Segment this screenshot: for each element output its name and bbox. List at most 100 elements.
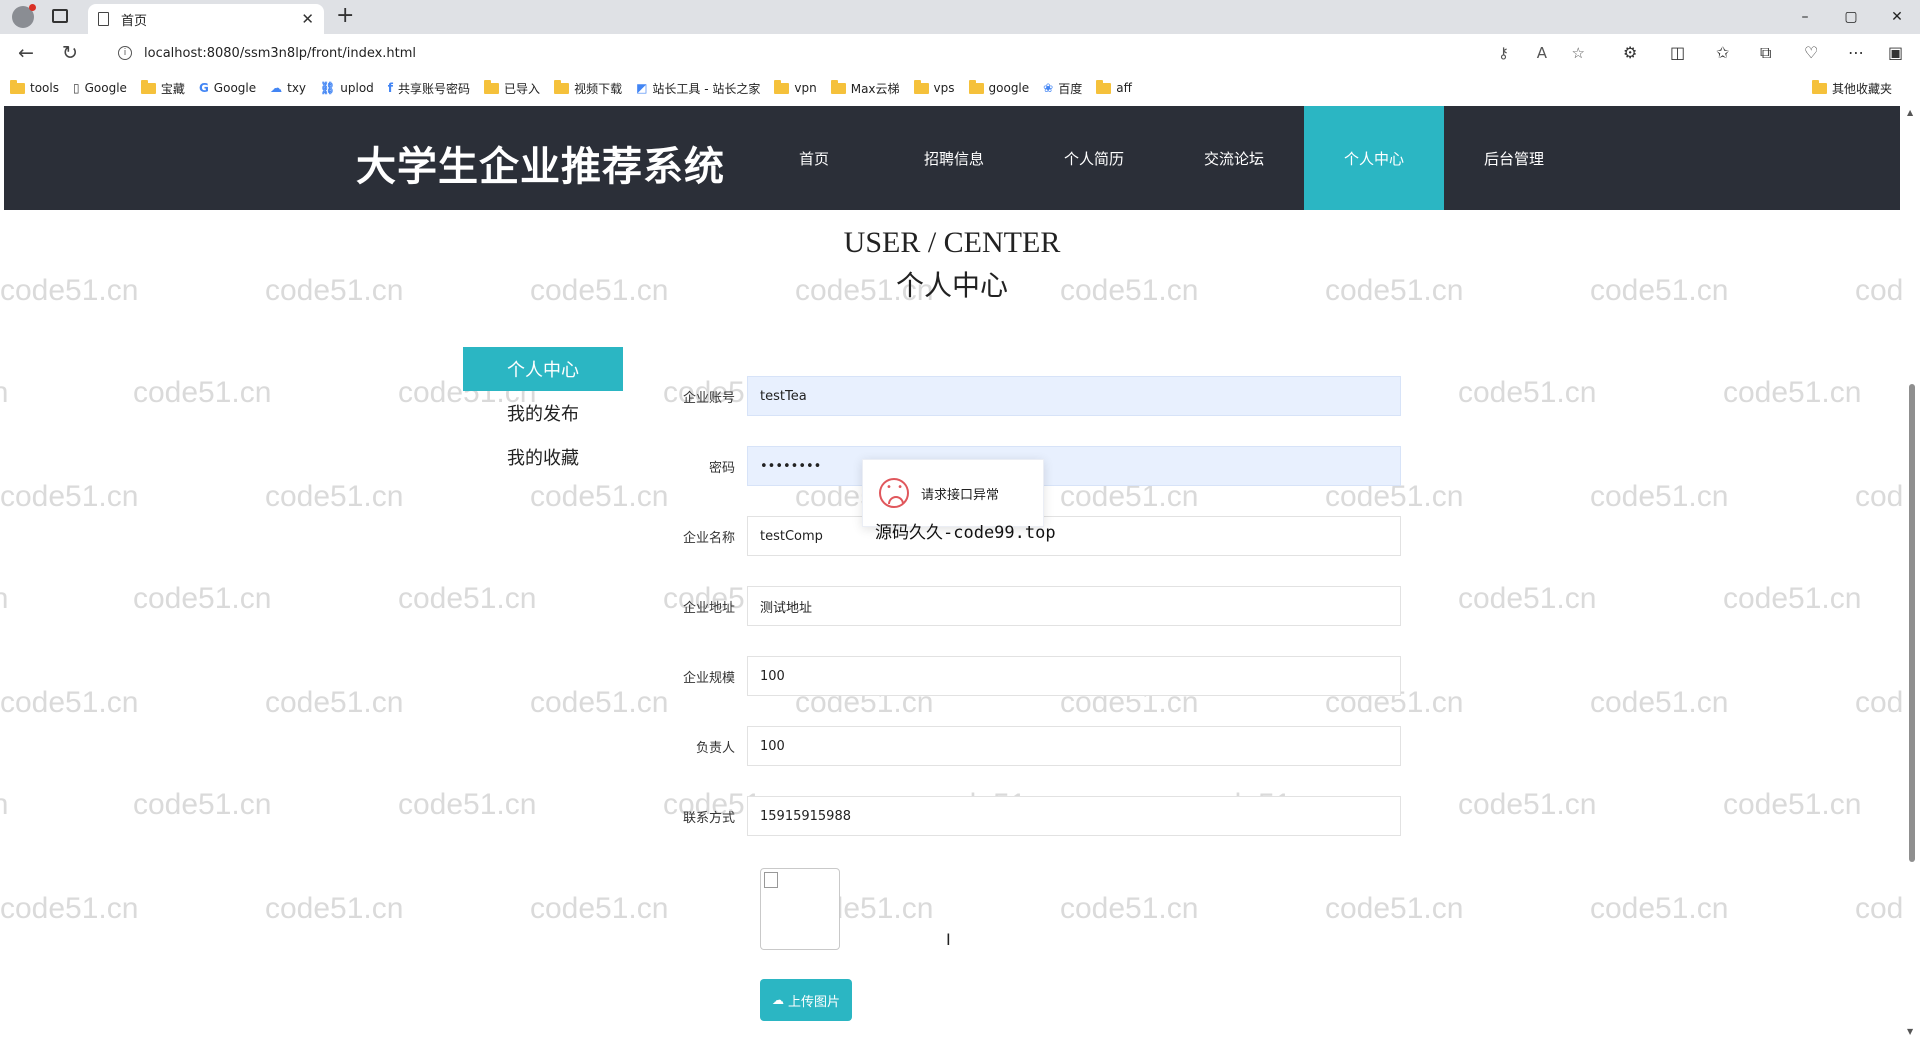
bookmark-vpn[interactable]: vpn (774, 79, 817, 95)
nav-jobs[interactable]: 招聘信息 (884, 106, 1024, 210)
manager-field[interactable]: 100 (747, 726, 1401, 766)
password-field[interactable]: •••••••• (747, 446, 1401, 486)
bookmark-label: google (988, 81, 1030, 95)
page-icon: ▯ (72, 81, 80, 95)
new-tab-button[interactable]: + (336, 3, 354, 28)
baidu-icon: ❀ (1043, 81, 1054, 95)
more-menu-icon[interactable]: ⋯ (1848, 43, 1864, 62)
minimize-button[interactable]: – (1782, 0, 1828, 34)
bookmark-google-2[interactable]: G Google (199, 81, 256, 95)
bookmark-tools[interactable]: tools (10, 79, 59, 95)
folder-icon (1096, 79, 1112, 94)
page-viewport: code51.cn code51.cn code51.cn code51.cn code… (0, 104, 1920, 1040)
toast-message: 请求接口异常 (921, 487, 1000, 503)
restore-button[interactable]: ▢ (1828, 0, 1874, 34)
bookmark-txy[interactable]: ☁ txy (270, 81, 306, 95)
bookmark-label: vpn (794, 81, 817, 95)
bookmark-max[interactable]: Max云梯 (830, 79, 900, 97)
folder-icon (1811, 80, 1827, 94)
bookmark-baidu[interactable]: ❀ 百度 (1043, 80, 1082, 97)
split-screen-icon[interactable]: ◫ (1670, 43, 1685, 62)
form-row-account: 企业账号 testTea (660, 376, 1401, 416)
watermark-text: code51.cn (1723, 376, 1862, 409)
watermark-text: code51.cn (265, 892, 404, 925)
bookmark-aff[interactable]: aff (1096, 79, 1132, 95)
bookmark-imported[interactable]: 已导入 (484, 79, 540, 97)
company-name-field[interactable]: testComp (747, 516, 1401, 556)
contact-field[interactable]: 15915915988 (747, 796, 1401, 836)
account-field[interactable]: testTea (747, 376, 1401, 416)
watermark-text: code51.cn (1458, 582, 1597, 615)
bookmark-label: Google (84, 81, 127, 95)
bookmark-label: 宝藏 (160, 81, 185, 96)
nav-user-center[interactable]: 个人中心 (1304, 106, 1444, 210)
error-toast: 请求接口异常 (862, 459, 1044, 527)
watermark-text: code51.cn (265, 686, 404, 719)
watermark-text: code51.cn (1723, 788, 1862, 821)
cloud-icon: ☁ (270, 81, 283, 95)
field-label: 密码 (708, 460, 735, 476)
site-info-icon[interactable]: i (118, 46, 132, 60)
bookmark-label: 百度 (1058, 81, 1083, 96)
url-field[interactable]: i localhost:8080/ssm3n8lp/front/index.ht… (104, 39, 1599, 67)
scroll-up-icon[interactable]: ▲ (1907, 108, 1913, 117)
bookmark-chinaz[interactable]: ◩ 站长工具 - 站长之家 (636, 80, 760, 97)
google-icon: G (198, 81, 209, 95)
upload-button-label: 上传图片 (787, 994, 840, 1010)
watermark-text: code51.cn (265, 480, 404, 513)
folder-icon (484, 79, 500, 94)
extensions-icon[interactable]: ⚙ (1623, 43, 1637, 62)
watermark-text: code51.cn (1590, 892, 1729, 925)
site-logo: 大学生企业推荐系统 (356, 144, 725, 190)
scroll-down-icon[interactable]: ▼ (1907, 1027, 1913, 1036)
nav-admin[interactable]: 后台管理 (1444, 106, 1584, 210)
nav-home[interactable]: 首页 (744, 106, 884, 210)
bookmark-video-download[interactable]: 视频下载 (554, 79, 622, 97)
read-aloud-icon[interactable]: A (1537, 44, 1547, 62)
watermark-text: code51.cn (1590, 686, 1729, 719)
browser-tab[interactable]: 首页 ✕ (88, 4, 324, 34)
watermark-text: code51.cn (133, 788, 272, 821)
scrollbar-thumb[interactable] (1909, 384, 1915, 862)
company-address-field[interactable]: 测试地址 (747, 586, 1401, 626)
nav-resume[interactable]: 个人简历 (1024, 106, 1164, 210)
watermark-text: code51.cn (1723, 582, 1862, 615)
bookmark-uplod[interactable]: ⛓ uplod (320, 81, 374, 95)
watermark-text: code51.cn (0, 788, 9, 821)
sidebar-item-user-center[interactable]: 个人中心 (463, 347, 623, 391)
tab-actions-icon[interactable] (52, 9, 68, 23)
bookmarks-bar: tools ▯ Google 宝藏 G Google ☁ txy ⛓ uplod f 共享… (0, 72, 1920, 104)
collections-icon[interactable]: ⧉ (1760, 43, 1771, 63)
key-icon[interactable]: ⚷ (1498, 44, 1509, 62)
back-icon[interactable]: ← (18, 42, 34, 64)
favorite-star-icon[interactable]: ☆ (1572, 44, 1585, 62)
sidebar-toggle-icon[interactable]: ▣ (1888, 43, 1903, 62)
watermark-text: code51.cn (133, 582, 272, 615)
bookmark-shared-accounts[interactable]: f 共享账号密码 (388, 80, 470, 97)
browser-essentials-icon[interactable]: ♡ (1804, 43, 1818, 62)
favorites-icon[interactable]: ✩ (1716, 43, 1729, 62)
close-window-button[interactable]: ✕ (1874, 0, 1920, 34)
close-tab-icon[interactable]: ✕ (301, 10, 314, 28)
other-bookmarks[interactable]: 其他收藏夹 (1811, 80, 1892, 97)
company-size-field[interactable]: 100 (747, 656, 1401, 696)
form-row-contact: 联系方式 15915915988 (660, 796, 1401, 836)
watermark-text: code51.cn (0, 480, 139, 513)
page-scrollbar[interactable]: ▲ ▼ (1904, 104, 1920, 1040)
folder-icon (140, 79, 156, 94)
bookmark-google-folder[interactable]: google (968, 79, 1030, 95)
refresh-icon[interactable]: ↻ (62, 42, 78, 64)
nav-forum[interactable]: 交流论坛 (1164, 106, 1304, 210)
bookmark-vps[interactable]: vps (913, 79, 955, 95)
profile-avatar-icon[interactable] (12, 4, 36, 28)
bookmark-google[interactable]: ▯ Google (73, 81, 127, 95)
watermark-text: code51.cn (1458, 376, 1597, 409)
sidebar-item-my-posts[interactable]: 我的发布 (463, 391, 623, 435)
sidebar-item-my-favorites[interactable]: 我的收藏 (463, 435, 623, 479)
bookmark-baozang[interactable]: 宝藏 (140, 79, 185, 97)
folder-icon (968, 79, 984, 94)
folder-icon (913, 79, 929, 94)
field-label: 企业地址 (682, 600, 735, 616)
folder-icon (10, 79, 25, 94)
upload-image-button[interactable]: ☁ 上传图片 (760, 979, 852, 1021)
